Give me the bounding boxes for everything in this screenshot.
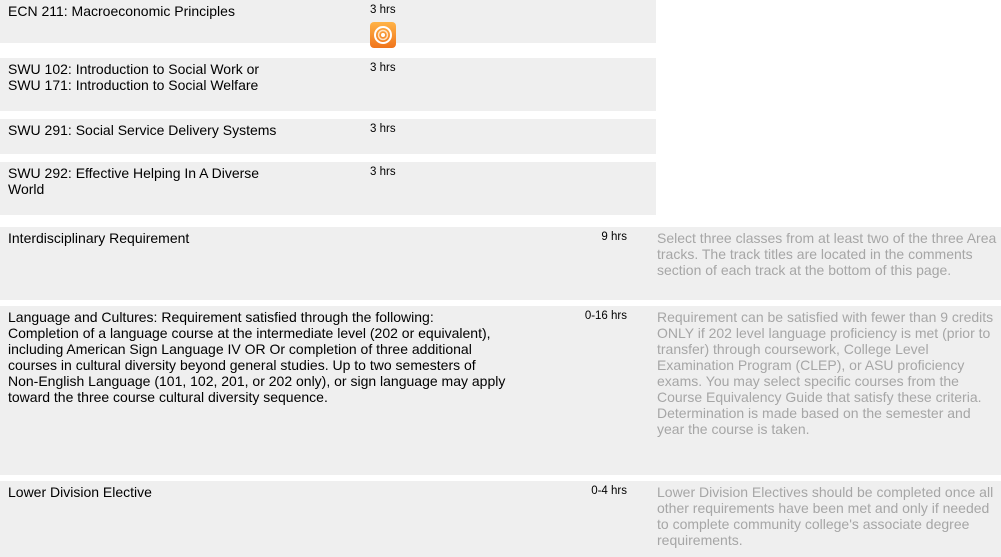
course-row-ecn211: ECN 211: Macroeconomic Principles 3 hrs: [0, 0, 656, 48]
course-name: SWU 291: Social Service Delivery Systems: [8, 122, 277, 138]
requirement-row-language-cultures: Language and Cultures: Requirement satis…: [0, 306, 1001, 475]
course-row-swu292: SWU 292: Effective Helping In A Diverse …: [0, 162, 656, 215]
course-hours: 3 hrs: [370, 4, 396, 16]
requirement-comment: Lower Division Electives should be compl…: [657, 484, 994, 548]
course-name-line: SWU 171: Introduction to Social Welfare: [8, 77, 259, 93]
course-row-swu102: SWU 102: Introduction to Social Work or …: [0, 58, 656, 111]
course-name-line: SWU 292: Effective Helping In A Diverse: [8, 165, 260, 181]
course-name-line: SWU 102: Introduction to Social Work or: [8, 61, 260, 77]
requirement-hours: 0-16 hrs: [584, 310, 627, 322]
requirement-name: Language and Cultures: Requirement satis…: [8, 309, 506, 405]
course-hours: 3 hrs: [370, 123, 396, 135]
course-name: SWU 292: Effective Helping In A Diverse …: [8, 165, 259, 197]
course-name: ECN 211: Macroeconomic Principles: [8, 3, 235, 19]
orange-circle-icon[interactable]: [370, 22, 396, 48]
requirement-comment: Requirement can be satisfied with fewer …: [657, 309, 994, 437]
requirement-row-interdisciplinary: Interdisciplinary Requirement 9 hrs Sele…: [0, 227, 1001, 300]
course-hours: 3 hrs: [370, 166, 396, 178]
requirement-hours: 0-4 hrs: [591, 485, 627, 497]
course-hours: 3 hrs: [370, 62, 396, 74]
requirement-row-lower-division-elective: Lower Division Elective 0-4 hrs Lower Di…: [0, 481, 1001, 557]
requirement-comment: Select three classes from at least two o…: [657, 230, 997, 278]
requirement-hours: 9 hrs: [601, 231, 627, 243]
course-row-swu291: SWU 291: Social Service Delivery Systems…: [0, 119, 656, 154]
requirement-name: Interdisciplinary Requirement: [8, 230, 190, 246]
course-name: SWU 102: Introduction to Social Work or …: [8, 61, 259, 93]
course-name-line: World: [8, 181, 45, 197]
requirement-name: Lower Division Elective: [8, 484, 152, 500]
